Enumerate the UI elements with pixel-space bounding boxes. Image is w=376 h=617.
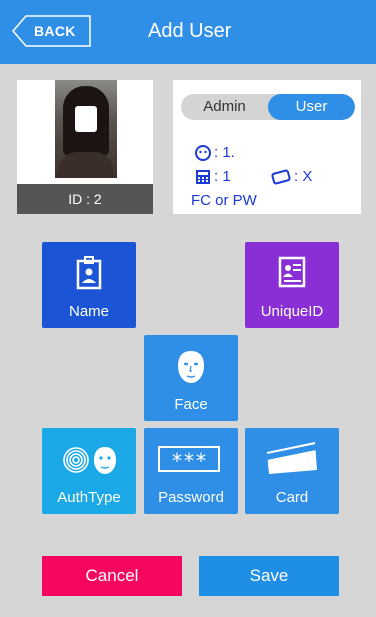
- back-label: BACK: [34, 23, 76, 39]
- face-tile-label: Face: [174, 396, 208, 413]
- card-tile-label: Card: [275, 489, 309, 506]
- name-tile[interactable]: Name: [42, 242, 136, 328]
- role-user-option[interactable]: User: [268, 94, 355, 120]
- user-id-label: ID : 2: [17, 184, 153, 214]
- role-toggle[interactable]: Admin User: [181, 94, 355, 120]
- face-mask: [75, 106, 97, 132]
- auth-mode-text: FC or PW: [191, 192, 257, 209]
- name-tile-label: Name: [68, 303, 109, 320]
- card-tile[interactable]: Card: [245, 428, 339, 514]
- save-button[interactable]: Save: [199, 556, 339, 596]
- page-title: Add User: [148, 20, 232, 42]
- face-small-icon: [195, 145, 211, 162]
- unique-id-tile[interactable]: UniqueID: [245, 242, 339, 328]
- pin-count-value: : 1: [214, 168, 231, 185]
- card-small-icon: [271, 169, 291, 185]
- user-photo: [55, 80, 117, 178]
- face-count-row: : 1.: [195, 144, 235, 162]
- auth-type-tile-label: AuthType: [57, 489, 121, 506]
- back-button[interactable]: BACK: [12, 15, 92, 47]
- auth-type-tile[interactable]: AuthType: [42, 428, 136, 514]
- face-count-value: : 1.: [214, 144, 235, 161]
- pin-count-row: : 1: [195, 168, 231, 185]
- keypad-small-icon: [196, 170, 210, 185]
- credit-card-icon: [267, 442, 317, 474]
- role-admin-option[interactable]: Admin: [181, 94, 268, 120]
- id-badge-icon: [76, 256, 102, 290]
- face-tile[interactable]: Face: [144, 335, 238, 421]
- id-card-icon: [278, 256, 306, 288]
- fingerprint-face-icon: [63, 447, 116, 474]
- cancel-button[interactable]: Cancel: [42, 556, 182, 596]
- face-icon: [178, 351, 204, 383]
- user-info-card: Admin User : 1. : 1 : X FC or PW: [173, 80, 361, 214]
- header-bar: BACK Add User: [0, 0, 376, 64]
- card-count-value: : X: [294, 168, 313, 185]
- user-photo-card: ID : 2: [17, 80, 153, 214]
- password-mask-icon: ***: [158, 446, 220, 473]
- unique-id-tile-label: UniqueID: [260, 303, 324, 320]
- password-tile[interactable]: *** Password: [144, 428, 238, 514]
- password-tile-label: Password: [158, 489, 224, 506]
- card-count-row: : X: [271, 168, 312, 185]
